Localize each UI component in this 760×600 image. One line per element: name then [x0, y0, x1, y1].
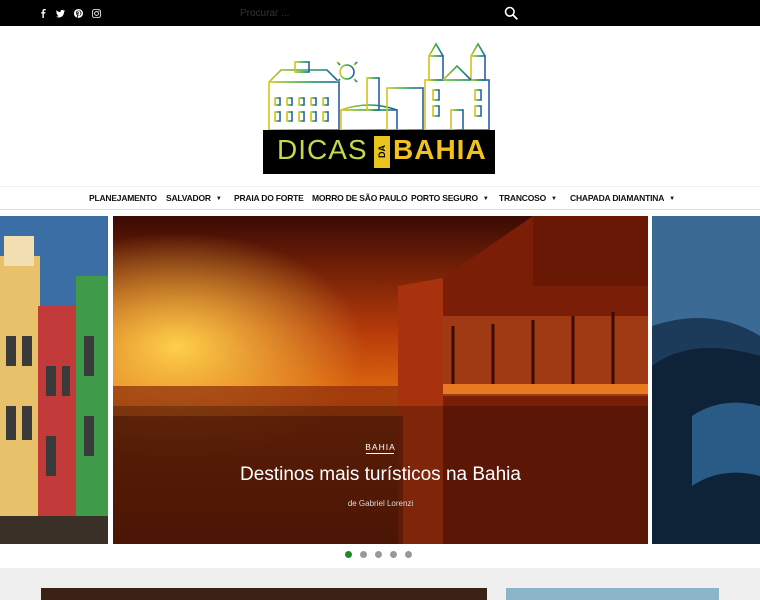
- skyline-illustration: [268, 42, 490, 130]
- category-underline: [366, 453, 394, 454]
- slider-dot[interactable]: [360, 551, 367, 558]
- nav-label: PORTO SEGURO: [411, 193, 478, 203]
- twitter-icon[interactable]: [54, 6, 66, 20]
- caret-down-icon: ▼: [215, 195, 222, 202]
- logo-wordmark: DICAS DA BAHIA: [263, 130, 495, 174]
- nav-label: TRANCOSO: [499, 193, 547, 203]
- nav-item-trancoso[interactable]: TRANCOSO ▼: [499, 193, 557, 203]
- main-nav: PLANEJAMENTO SALVADOR ▼ PRAIA DO FORTE MO…: [0, 186, 760, 210]
- salvador-sunset-image: [113, 216, 648, 544]
- slider-dot[interactable]: [345, 551, 352, 558]
- site-logo[interactable]: DICAS DA BAHIA: [263, 40, 495, 174]
- instagram-icon[interactable]: [90, 6, 102, 20]
- coast-view-image: [652, 216, 760, 544]
- slide-category[interactable]: BAHIA: [113, 442, 648, 452]
- caret-down-icon: ▼: [551, 195, 557, 202]
- logo-text-da: DA: [374, 136, 390, 168]
- nav-label: CHAPADA DIAMANTINA: [570, 193, 665, 203]
- pinterest-icon[interactable]: [72, 6, 84, 20]
- slider-dot[interactable]: [375, 551, 382, 558]
- logo-text-dicas: DICAS: [277, 134, 368, 165]
- post-card-thumbnail[interactable]: [506, 588, 719, 600]
- nav-label: PRAIA DO FORTE: [234, 193, 304, 203]
- logo-text-bahia: BAHIA: [393, 134, 487, 165]
- caret-down-icon: ▼: [669, 195, 675, 202]
- colonial-street-image: [0, 216, 108, 544]
- nav-label: SALVADOR: [166, 193, 211, 203]
- slider-dot[interactable]: [390, 551, 397, 558]
- nav-item-praia-do-forte[interactable]: PRAIA DO FORTE: [234, 193, 304, 203]
- nav-label: PLANEJAMENTO: [89, 193, 157, 203]
- slider-dot[interactable]: [405, 551, 412, 558]
- featured-slider: BAHIA Destinos mais turísticos na Bahia …: [0, 216, 760, 546]
- slide-current[interactable]: BAHIA Destinos mais turísticos na Bahia …: [113, 216, 648, 544]
- nav-item-chapada-diamantina[interactable]: CHAPADA DIAMANTINA ▼: [570, 193, 675, 203]
- slide-title[interactable]: Destinos mais turísticos na Bahia: [113, 464, 648, 486]
- nav-label: MORRO DE SÃO PAULO: [312, 193, 408, 203]
- search-input[interactable]: [240, 4, 495, 22]
- slide-author[interactable]: de Gabriel Lorenzi: [113, 499, 648, 508]
- caret-down-icon: ▼: [482, 195, 489, 202]
- nav-item-salvador[interactable]: SALVADOR ▼: [166, 193, 222, 203]
- slide-previous[interactable]: [0, 216, 108, 544]
- slide-next[interactable]: [652, 216, 760, 544]
- nav-item-porto-seguro[interactable]: PORTO SEGURO ▼: [411, 193, 489, 203]
- search-icon[interactable]: [504, 6, 518, 20]
- facebook-icon[interactable]: [38, 6, 48, 20]
- post-card-thumbnail[interactable]: [41, 588, 487, 600]
- top-bar: [0, 0, 760, 26]
- nav-item-planejamento[interactable]: PLANEJAMENTO: [89, 193, 157, 203]
- nav-item-morro-de-sao-paulo[interactable]: MORRO DE SÃO PAULO: [312, 193, 408, 203]
